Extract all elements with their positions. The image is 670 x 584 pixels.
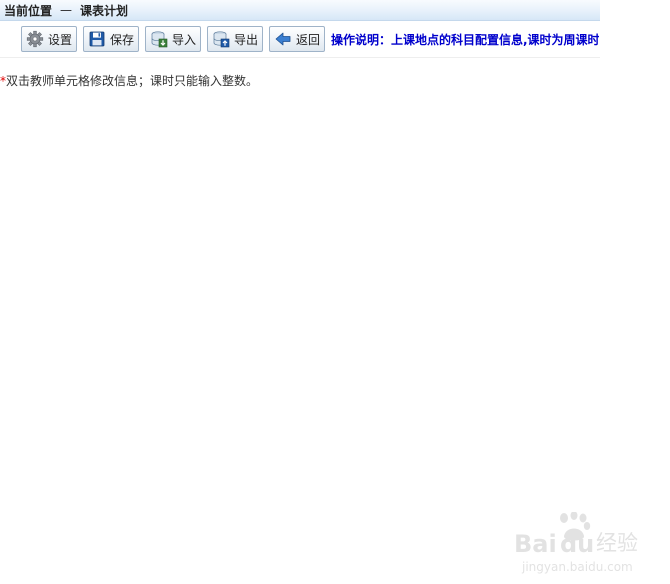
import-icon bbox=[150, 30, 168, 48]
settings-button-label: 设置 bbox=[48, 32, 73, 47]
svg-text:Bai: Bai bbox=[514, 530, 557, 558]
back-button-label: 返回 bbox=[296, 32, 321, 47]
breadcrumb: 当前位置 — 课表计划 bbox=[0, 0, 600, 21]
svg-text:jingyan.baidu.com: jingyan.baidu.com bbox=[521, 560, 633, 574]
gear-icon bbox=[26, 30, 44, 48]
baidu-paw-logo: Bai du 经验 jingyan.baidu.com bbox=[514, 512, 638, 574]
export-button-label: 导出 bbox=[234, 32, 259, 47]
breadcrumb-separator: — bbox=[60, 3, 73, 17]
back-arrow-icon bbox=[274, 30, 292, 48]
page: 当前位置 — 课表计划 设置 保存 导入 导出 返回 操作说明：上课地点的科目配… bbox=[0, 0, 670, 584]
export-icon bbox=[212, 30, 230, 48]
import-button-label: 导入 bbox=[172, 32, 197, 47]
notice-text: *双击教师单元格修改信息；课时只能输入整数。 bbox=[0, 72, 258, 89]
export-button[interactable]: 导出 bbox=[207, 26, 263, 52]
settings-button[interactable]: 设置 bbox=[21, 26, 77, 52]
breadcrumb-location-label: 当前位置 bbox=[4, 3, 53, 18]
save-button-label: 保存 bbox=[110, 32, 135, 47]
svg-text:du: du bbox=[560, 530, 594, 558]
toolbar: 设置 保存 导入 导出 返回 操作说明：上课地点的科目配置信息,课时为周课时 bbox=[0, 22, 600, 58]
notice-message: 双击教师单元格修改信息；课时只能输入整数。 bbox=[6, 74, 259, 88]
instructions-text: 操作说明：上课地点的科目配置信息,课时为周课时 bbox=[331, 33, 599, 47]
page-title: 课表计划 bbox=[80, 3, 129, 18]
save-button[interactable]: 保存 bbox=[83, 26, 139, 52]
back-button[interactable]: 返回 bbox=[269, 26, 325, 52]
save-disk-icon bbox=[88, 30, 106, 48]
import-button[interactable]: 导入 bbox=[145, 26, 201, 52]
svg-text:经验: 经验 bbox=[596, 531, 638, 555]
baidu-jingyan-watermark: Bai du 经验 jingyan.baidu.com bbox=[512, 512, 662, 576]
